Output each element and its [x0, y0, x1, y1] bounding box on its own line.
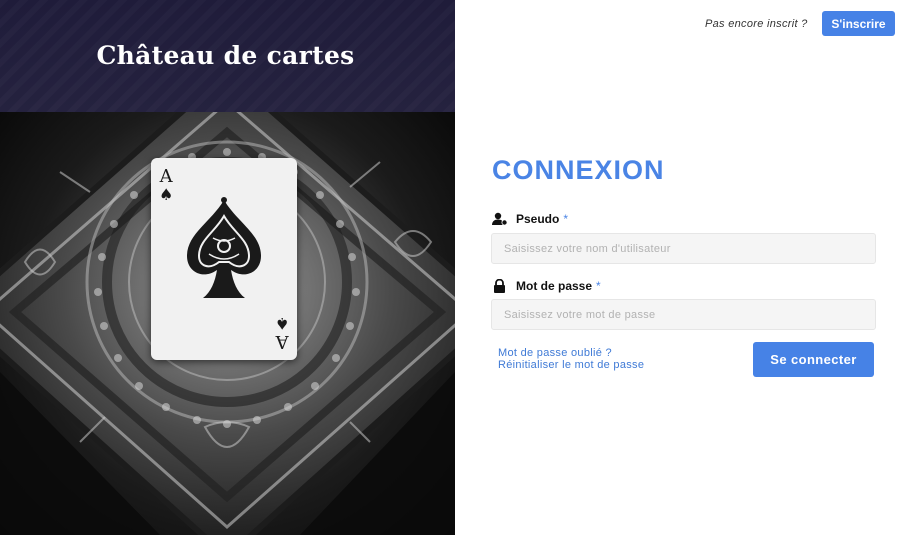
login-panel: Pas encore inscrit ? S'inscrire CONNEXIO…: [455, 0, 911, 535]
required-mark: *: [596, 279, 601, 293]
signup-button[interactable]: S'inscrire: [822, 11, 895, 36]
card-rank: A: [159, 166, 173, 187]
lock-icon: [494, 279, 505, 293]
ace-of-spades-card: A ♠ A ♠: [151, 158, 297, 360]
username-label: Pseudo: [516, 212, 560, 226]
spade-icon: ♠: [159, 185, 174, 204]
password-label: Mot de passe: [516, 279, 593, 293]
card-rank-bottom: A: [275, 331, 289, 352]
username-label-row: Pseudo *: [492, 212, 568, 226]
required-mark: *: [563, 212, 569, 226]
password-label-row: Mot de passe *: [492, 279, 601, 293]
card-corner-top: A ♠: [159, 168, 173, 204]
user-icon: [492, 212, 508, 226]
password-input[interactable]: [491, 299, 876, 330]
brand-title: Château de cartes: [96, 41, 355, 70]
signup-prompt: Pas encore inscrit ?: [705, 18, 808, 30]
card-corner-bottom: A ♠: [274, 314, 289, 352]
username-input[interactable]: [491, 233, 876, 264]
reset-password-link[interactable]: Réinitialiser le mot de passe: [498, 359, 644, 371]
ornate-spade-icon: [187, 197, 261, 298]
login-button[interactable]: Se connecter: [753, 342, 874, 377]
left-panel: Château de cartes A ♠ A ♠: [0, 0, 455, 535]
spade-icon: ♠: [274, 314, 289, 333]
login-title: CONNEXION: [492, 155, 665, 185]
forgot-password-link[interactable]: Mot de passe oublié ?: [498, 347, 644, 359]
password-help-links: Mot de passe oublié ? Réinitialiser le m…: [498, 347, 644, 371]
